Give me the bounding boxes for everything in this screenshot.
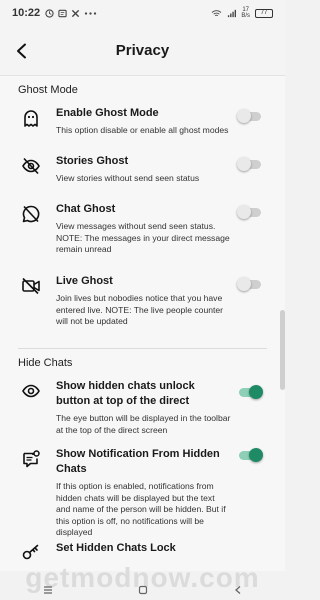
section-header-hide-chats: Hide Chats — [18, 357, 73, 369]
x-icon — [72, 9, 80, 17]
setting-description: Join lives but nobodies notice that you … — [56, 293, 224, 326]
signal-icon — [228, 9, 237, 17]
setting-description: This option disable or enable all ghost … — [56, 125, 229, 135]
setting-show-unlock-button[interactable]: Show hidden chats unlock button at top o… — [0, 379, 285, 447]
setting-description: If this option is enabled, notifications… — [56, 481, 226, 537]
show-unlock-button-toggle[interactable] — [237, 385, 263, 399]
setting-enable-ghost-mode[interactable]: Enable Ghost Mode This option disable or… — [0, 106, 285, 154]
back-nav-icon[interactable] — [233, 585, 243, 595]
home-nav-icon[interactable] — [138, 585, 148, 595]
key-icon — [22, 544, 39, 560]
setting-description: View messages without send seen status. … — [56, 221, 230, 254]
app-bar: Privacy — [0, 26, 285, 76]
menu-nav-icon[interactable] — [43, 585, 53, 595]
message-icon — [58, 9, 67, 17]
back-button[interactable] — [0, 29, 44, 73]
video-off-icon — [22, 277, 40, 295]
scrollbar[interactable] — [280, 310, 285, 390]
back-arrow-icon — [17, 43, 26, 58]
status-bar: 10:22 17 B/s 77 — [0, 0, 285, 26]
section-header-ghost-mode: Ghost Mode — [18, 84, 78, 96]
setting-hidden-chats-lock[interactable]: Set Hidden Chats Lock — [0, 541, 285, 571]
ghost-icon — [24, 110, 38, 127]
system-nav-bar — [0, 580, 285, 600]
settings-list: Ghost Mode Enable Ghost Mode This option… — [0, 76, 285, 571]
setting-title: Show hidden chats unlock button at top o… — [56, 380, 195, 407]
setting-title: Enable Ghost Mode — [56, 107, 159, 119]
setting-stories-ghost[interactable]: Stories Ghost View stories without send … — [0, 154, 285, 202]
setting-title: Set Hidden Chats Lock — [56, 542, 176, 554]
setting-title: Live Ghost — [56, 275, 113, 287]
chat-off-icon — [22, 205, 40, 223]
eye-icon — [22, 384, 40, 398]
setting-hidden-chat-notifications[interactable]: Show Notification From Hidden Chats If t… — [0, 447, 285, 541]
setting-title: Show Notification From Hidden Chats — [56, 448, 220, 475]
more-dots-icon — [84, 11, 97, 15]
live-ghost-toggle[interactable] — [237, 277, 263, 291]
enable-ghost-mode-toggle[interactable] — [237, 109, 263, 123]
setting-title: Stories Ghost — [56, 155, 129, 167]
wifi-icon — [212, 9, 222, 16]
chat-notification-icon — [23, 450, 40, 468]
setting-live-ghost[interactable]: Live Ghost Join lives but nobodies notic… — [0, 274, 285, 344]
setting-title: Chat Ghost — [56, 203, 116, 215]
hidden-chat-notifications-toggle[interactable] — [237, 448, 263, 462]
eye-off-icon — [22, 157, 40, 175]
network-speed: 17 B/s — [241, 7, 250, 19]
status-time: 10:22 — [12, 7, 41, 19]
stories-ghost-toggle[interactable] — [237, 157, 263, 171]
battery-icon: 77 — [255, 8, 273, 18]
setting-chat-ghost[interactable]: Chat Ghost View messages without send se… — [0, 202, 285, 274]
setting-description: View stories without send seen status — [56, 173, 200, 183]
clock-icon — [45, 8, 54, 18]
chat-ghost-toggle[interactable] — [237, 205, 263, 219]
setting-description: The eye button will be displayed in the … — [56, 413, 231, 435]
